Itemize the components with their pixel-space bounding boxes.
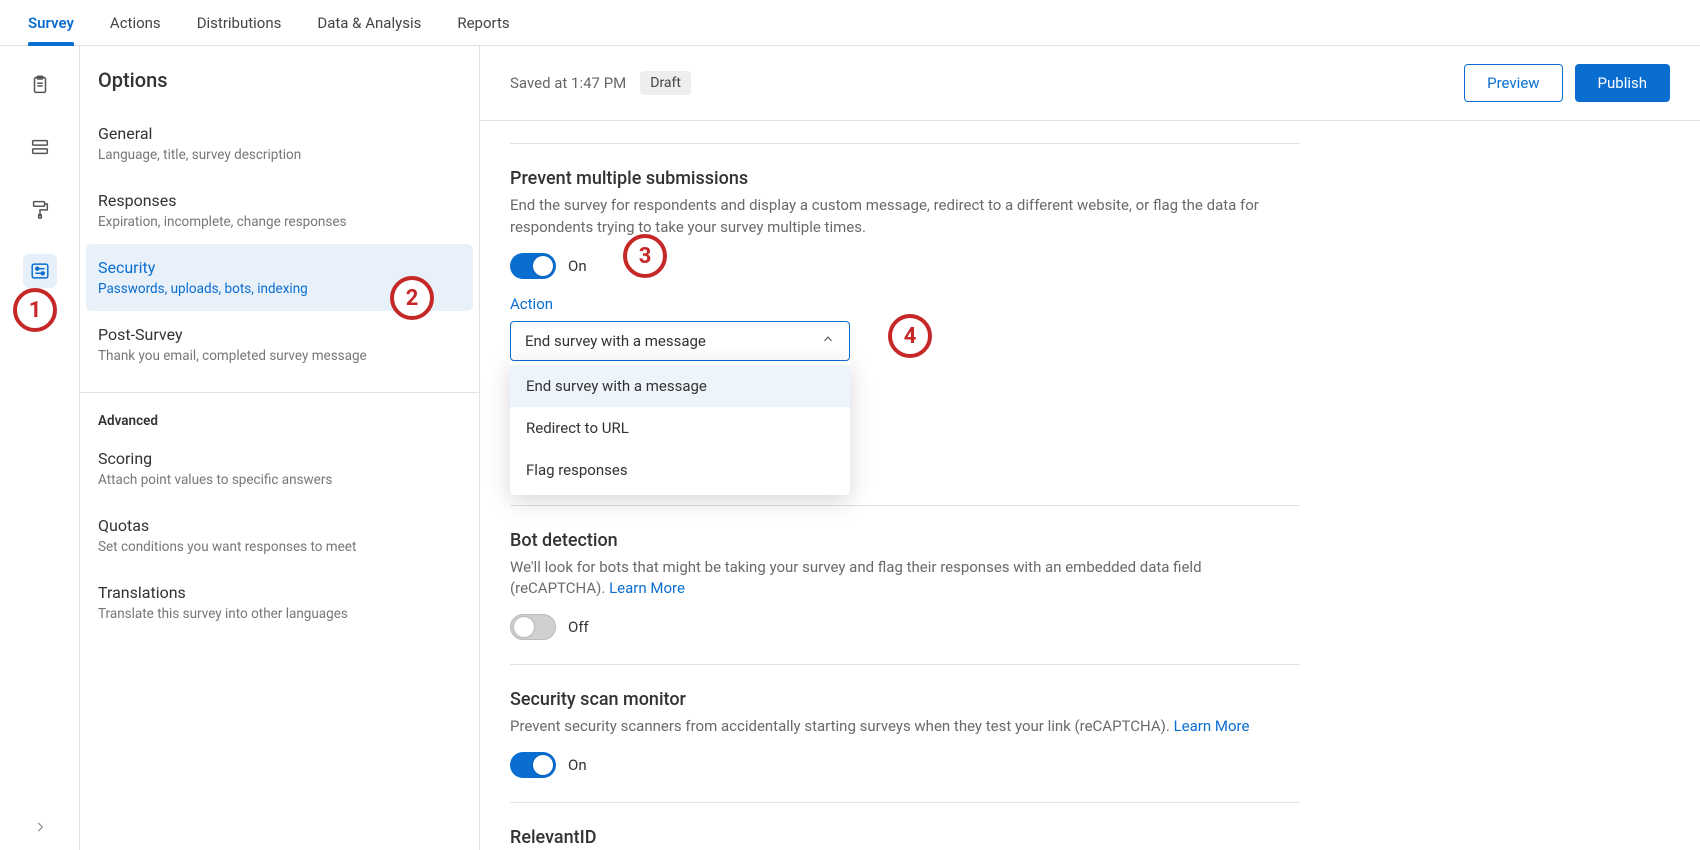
sidebar-item-desc: Translate this survey into other languag… [98, 606, 461, 622]
sidebar-divider [80, 392, 479, 393]
sidebar-item-label: Scoring [98, 449, 461, 468]
block-icon[interactable] [23, 130, 57, 164]
sidebar-item-label: Quotas [98, 516, 461, 535]
expand-rail-icon[interactable] [33, 820, 47, 838]
paint-roller-icon[interactable] [23, 192, 57, 226]
tab-data-analysis[interactable]: Data & Analysis [317, 0, 421, 45]
section-bot-detection: Bot detection We'll look for bots that m… [510, 530, 1300, 641]
sidebar-item-desc: Language, title, survey description [98, 147, 461, 163]
chevron-up-icon [821, 332, 835, 350]
section-desc: We'll look for bots that might be taking… [510, 557, 1300, 601]
sidebar-item-desc: Passwords, uploads, bots, indexing [98, 281, 461, 297]
clipboard-icon[interactable] [23, 68, 57, 102]
prevent-multi-toggle[interactable] [510, 253, 556, 279]
status-badge: Draft [640, 71, 691, 95]
top-tabs: Survey Actions Distributions Data & Anal… [0, 0, 1700, 46]
sidebar-item-scoring[interactable]: Scoring Attach point values to specific … [80, 435, 479, 502]
sidebar-advanced-label: Advanced [80, 403, 479, 435]
section-prevent-multiple-submissions: Prevent multiple submissions End the sur… [510, 168, 1300, 361]
dropdown-option-flag[interactable]: Flag responses [510, 449, 850, 491]
preview-button[interactable]: Preview [1464, 64, 1562, 102]
sidebar-item-desc: Expiration, incomplete, change responses [98, 214, 461, 230]
action-dropdown[interactable]: End survey with a message [510, 321, 850, 361]
content-header: Saved at 1:47 PM Draft Preview Publish [480, 46, 1700, 121]
sidebar-item-quotas[interactable]: Quotas Set conditions you want responses… [80, 502, 479, 569]
toggle-label: Off [568, 618, 589, 636]
sidebar-item-security[interactable]: Security Passwords, uploads, bots, index… [86, 244, 473, 311]
saved-status: Saved at 1:47 PM [510, 74, 626, 92]
section-title: Security scan monitor [510, 689, 1300, 710]
publish-button[interactable]: Publish [1575, 64, 1670, 102]
toggle-label: On [568, 257, 587, 275]
action-dropdown-menu: End survey with a message Redirect to UR… [510, 361, 850, 495]
sidebar-item-desc: Thank you email, completed survey messag… [98, 348, 461, 364]
action-field-label: Action [510, 295, 1300, 313]
section-divider [510, 664, 1300, 665]
sidebar-item-translations[interactable]: Translations Translate this survey into … [80, 569, 479, 636]
dropdown-option-end-message[interactable]: End survey with a message [510, 365, 850, 407]
dropdown-option-redirect[interactable]: Redirect to URL [510, 407, 850, 449]
tab-distributions[interactable]: Distributions [197, 0, 282, 45]
sidebar-item-post-survey[interactable]: Post-Survey Thank you email, completed s… [80, 311, 479, 378]
sidebar-title: Options [80, 68, 479, 110]
sidebar-item-desc: Set conditions you want responses to mee… [98, 539, 461, 555]
left-rail [0, 46, 80, 850]
tab-actions[interactable]: Actions [110, 0, 161, 45]
tab-reports[interactable]: Reports [457, 0, 509, 45]
sidebar-item-label: Post-Survey [98, 325, 461, 344]
sidebar-item-label: General [98, 124, 461, 143]
learn-more-link[interactable]: Learn More [609, 579, 685, 597]
section-title: Bot detection [510, 530, 1300, 551]
sidebar-item-desc: Attach point values to specific answers [98, 472, 461, 488]
content: Saved at 1:47 PM Draft Preview Publish P… [480, 46, 1700, 850]
sliders-icon[interactable] [23, 254, 57, 288]
sidebar-item-label: Translations [98, 583, 461, 602]
content-body: Prevent multiple submissions End the sur… [480, 121, 1700, 850]
section-desc: End the survey for respondents and displ… [510, 195, 1300, 239]
options-sidebar: Options General Language, title, survey … [80, 46, 480, 850]
bot-detection-toggle[interactable] [510, 614, 556, 640]
section-title: RelevantID [510, 827, 1300, 848]
learn-more-link[interactable]: Learn More [1174, 717, 1250, 735]
section-relevant-id: RelevantID Analyze a respondent's browse… [510, 827, 1300, 850]
sidebar-item-responses[interactable]: Responses Expiration, incomplete, change… [80, 177, 479, 244]
toggle-label: On [568, 756, 587, 774]
scan-monitor-toggle[interactable] [510, 752, 556, 778]
section-divider [510, 802, 1300, 803]
section-security-scan-monitor: Security scan monitor Prevent security s… [510, 689, 1300, 778]
sidebar-item-label: Security [98, 258, 461, 277]
sidebar-item-label: Responses [98, 191, 461, 210]
section-divider [510, 143, 1300, 144]
sidebar-item-general[interactable]: General Language, title, survey descript… [80, 110, 479, 177]
section-divider [510, 505, 1300, 506]
section-desc: Prevent security scanners from accidenta… [510, 716, 1300, 738]
dropdown-value: End survey with a message [525, 332, 706, 350]
section-title: Prevent multiple submissions [510, 168, 1300, 189]
tab-survey[interactable]: Survey [28, 0, 74, 45]
